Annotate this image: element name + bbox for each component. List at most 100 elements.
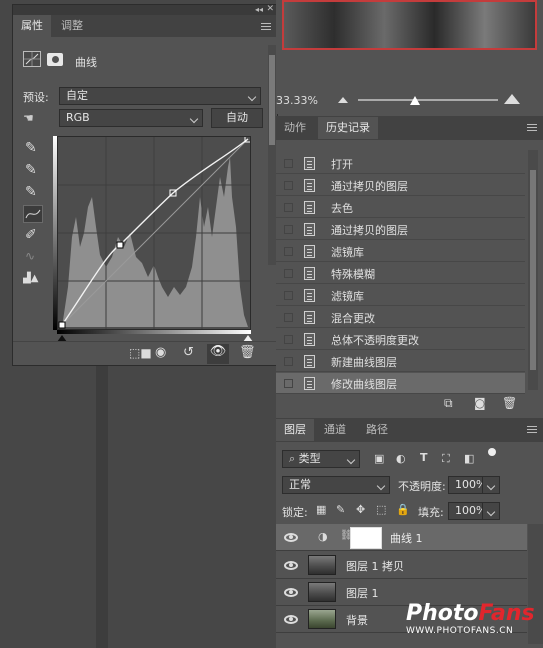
layer-name[interactable]: 图层 1 拷贝: [346, 558, 404, 574]
history-state-icon: [304, 179, 315, 192]
lock-image-icon[interactable]: ✎: [336, 503, 345, 516]
zoom-in-icon[interactable]: [504, 94, 520, 104]
opacity-dropdown[interactable]: [482, 476, 500, 494]
camera-icon[interactable]: ◙: [474, 396, 486, 410]
curves-adjustment-icon: [23, 51, 41, 67]
reset-icon[interactable]: ↺: [183, 345, 194, 360]
list-item-selected[interactable]: 修改曲线图层: [276, 373, 525, 394]
clipping-warning-icon[interactable]: ▟▲: [23, 273, 38, 284]
curves-graph-svg[interactable]: [58, 137, 250, 329]
type-filter-icon[interactable]: T: [420, 451, 428, 464]
history-checkbox[interactable]: [284, 335, 293, 344]
curve-point[interactable]: [58, 321, 66, 329]
tab-adjustments[interactable]: 调整: [53, 15, 91, 37]
history-checkbox[interactable]: [284, 247, 293, 256]
eye-icon[interactable]: [284, 615, 298, 624]
history-checkbox[interactable]: [284, 225, 293, 234]
channel-select[interactable]: RGB: [59, 109, 203, 127]
history-checkbox[interactable]: [284, 159, 293, 168]
history-checkbox[interactable]: [284, 269, 293, 278]
zoom-slider[interactable]: [358, 99, 498, 101]
tab-history[interactable]: 历史记录: [318, 117, 378, 139]
list-item[interactable]: 滤镜库: [276, 285, 525, 306]
panel-menu-icon[interactable]: [261, 23, 271, 30]
panel-drag-bar[interactable]: ◂◂ ✕: [13, 4, 277, 15]
pixel-filter-icon[interactable]: ▣: [374, 452, 384, 465]
history-checkbox[interactable]: [284, 181, 293, 190]
preset-select[interactable]: 自定: [59, 87, 261, 105]
view-previous-icon[interactable]: ◉: [155, 345, 166, 360]
list-item[interactable]: 滤镜库: [276, 241, 525, 262]
list-item-label: 特殊模糊: [331, 268, 375, 281]
clip-to-layer-icon[interactable]: ⬚■: [129, 346, 152, 360]
list-item[interactable]: 总体不透明度更改: [276, 329, 525, 350]
layer-name[interactable]: 图层 1: [346, 585, 379, 601]
list-item[interactable]: 打开: [276, 153, 525, 174]
lock-artboard-icon[interactable]: ⬚: [376, 503, 386, 516]
list-item-label: 混合更改: [331, 312, 375, 325]
smart-object-filter-icon[interactable]: ◧: [464, 452, 474, 465]
lock-all-icon[interactable]: 🔒: [396, 503, 410, 516]
close-icon[interactable]: ✕: [266, 4, 274, 14]
curve-point-tool-icon[interactable]: [23, 205, 43, 223]
collapse-icon[interactable]: ◂◂: [255, 5, 263, 14]
lock-position-icon[interactable]: ✥: [356, 503, 365, 516]
trash-icon[interactable]: 🗑: [239, 345, 256, 360]
history-checkbox[interactable]: [284, 357, 293, 366]
tab-properties[interactable]: 属性: [13, 15, 51, 37]
layer-mask-thumbnail[interactable]: [350, 527, 382, 549]
eye-icon[interactable]: [284, 588, 298, 597]
list-item[interactable]: 通过拷贝的图层: [276, 175, 525, 196]
list-item[interactable]: 新建曲线图层: [276, 351, 525, 372]
list-item[interactable]: 去色: [276, 197, 525, 218]
zoom-value[interactable]: 33.33%: [276, 94, 318, 107]
layer-row[interactable]: 图层 1 拷贝: [276, 552, 527, 579]
eye-icon[interactable]: [284, 561, 298, 570]
adjustment-filter-icon[interactable]: ◐: [396, 452, 406, 465]
history-checkbox[interactable]: [284, 313, 293, 322]
list-item[interactable]: 混合更改: [276, 307, 525, 328]
navigator-thumbnail[interactable]: [282, 0, 537, 50]
tab-actions[interactable]: 动作: [276, 117, 314, 139]
panel-menu-icon[interactable]: [527, 426, 537, 433]
layer-row-selected[interactable]: ◑ ⛓ 曲线 1: [276, 524, 527, 551]
curves-graph[interactable]: [57, 136, 251, 330]
eyedropper-gray-icon[interactable]: ✎: [25, 162, 37, 178]
tab-paths[interactable]: 路径: [358, 419, 396, 441]
visibility-icon[interactable]: 👁: [207, 344, 229, 364]
auto-button[interactable]: 自动: [211, 108, 263, 128]
properties-scrollbar[interactable]: [268, 45, 276, 265]
mask-icon[interactable]: [47, 53, 63, 66]
list-item[interactable]: 特殊模糊: [276, 263, 525, 284]
zoom-slider-thumb[interactable]: [410, 96, 420, 105]
shape-filter-icon[interactable]: ⛶: [442, 452, 450, 466]
layer-name[interactable]: 曲线 1: [390, 530, 423, 546]
history-checkbox[interactable]: [284, 379, 293, 388]
history-scrollbar[interactable]: [528, 150, 538, 390]
eye-icon[interactable]: [284, 533, 298, 542]
filter-toggle-icon[interactable]: [488, 448, 496, 456]
layer-kind-filter[interactable]: ⌕ 类型: [282, 450, 360, 468]
list-item-label: 通过拷贝的图层: [331, 180, 408, 193]
history-list: 打开 通过拷贝的图层 去色 通过拷贝的图层 滤镜库 特殊模糊 滤镜库 混合更改 …: [276, 146, 525, 394]
targeted-adjust-hand-icon[interactable]: ☚: [23, 111, 41, 125]
curve-point[interactable]: [116, 241, 124, 249]
smooth-icon[interactable]: ∿: [25, 249, 35, 263]
blend-mode-select[interactable]: 正常: [282, 476, 390, 494]
eyedropper-black-icon[interactable]: ✎: [25, 140, 37, 156]
trash-icon[interactable]: 🗑: [502, 396, 517, 410]
zoom-out-icon[interactable]: [338, 97, 348, 103]
tab-channels[interactable]: 通道: [316, 419, 354, 441]
history-checkbox[interactable]: [284, 291, 293, 300]
layer-name[interactable]: 背景: [346, 612, 368, 628]
new-document-from-state-icon[interactable]: ⧉: [444, 396, 453, 411]
tab-layers[interactable]: 图层: [276, 419, 314, 441]
history-checkbox[interactable]: [284, 203, 293, 212]
list-item[interactable]: 通过拷贝的图层: [276, 219, 525, 240]
lock-transparent-icon[interactable]: ▦: [316, 503, 326, 516]
pencil-icon[interactable]: ✐: [25, 227, 37, 243]
panel-menu-icon[interactable]: [527, 124, 537, 131]
fill-dropdown[interactable]: [482, 502, 500, 520]
watermark-url: WWW.PHOTOFANS.CN: [406, 626, 514, 636]
eyedropper-white-icon[interactable]: ✎: [25, 184, 37, 200]
